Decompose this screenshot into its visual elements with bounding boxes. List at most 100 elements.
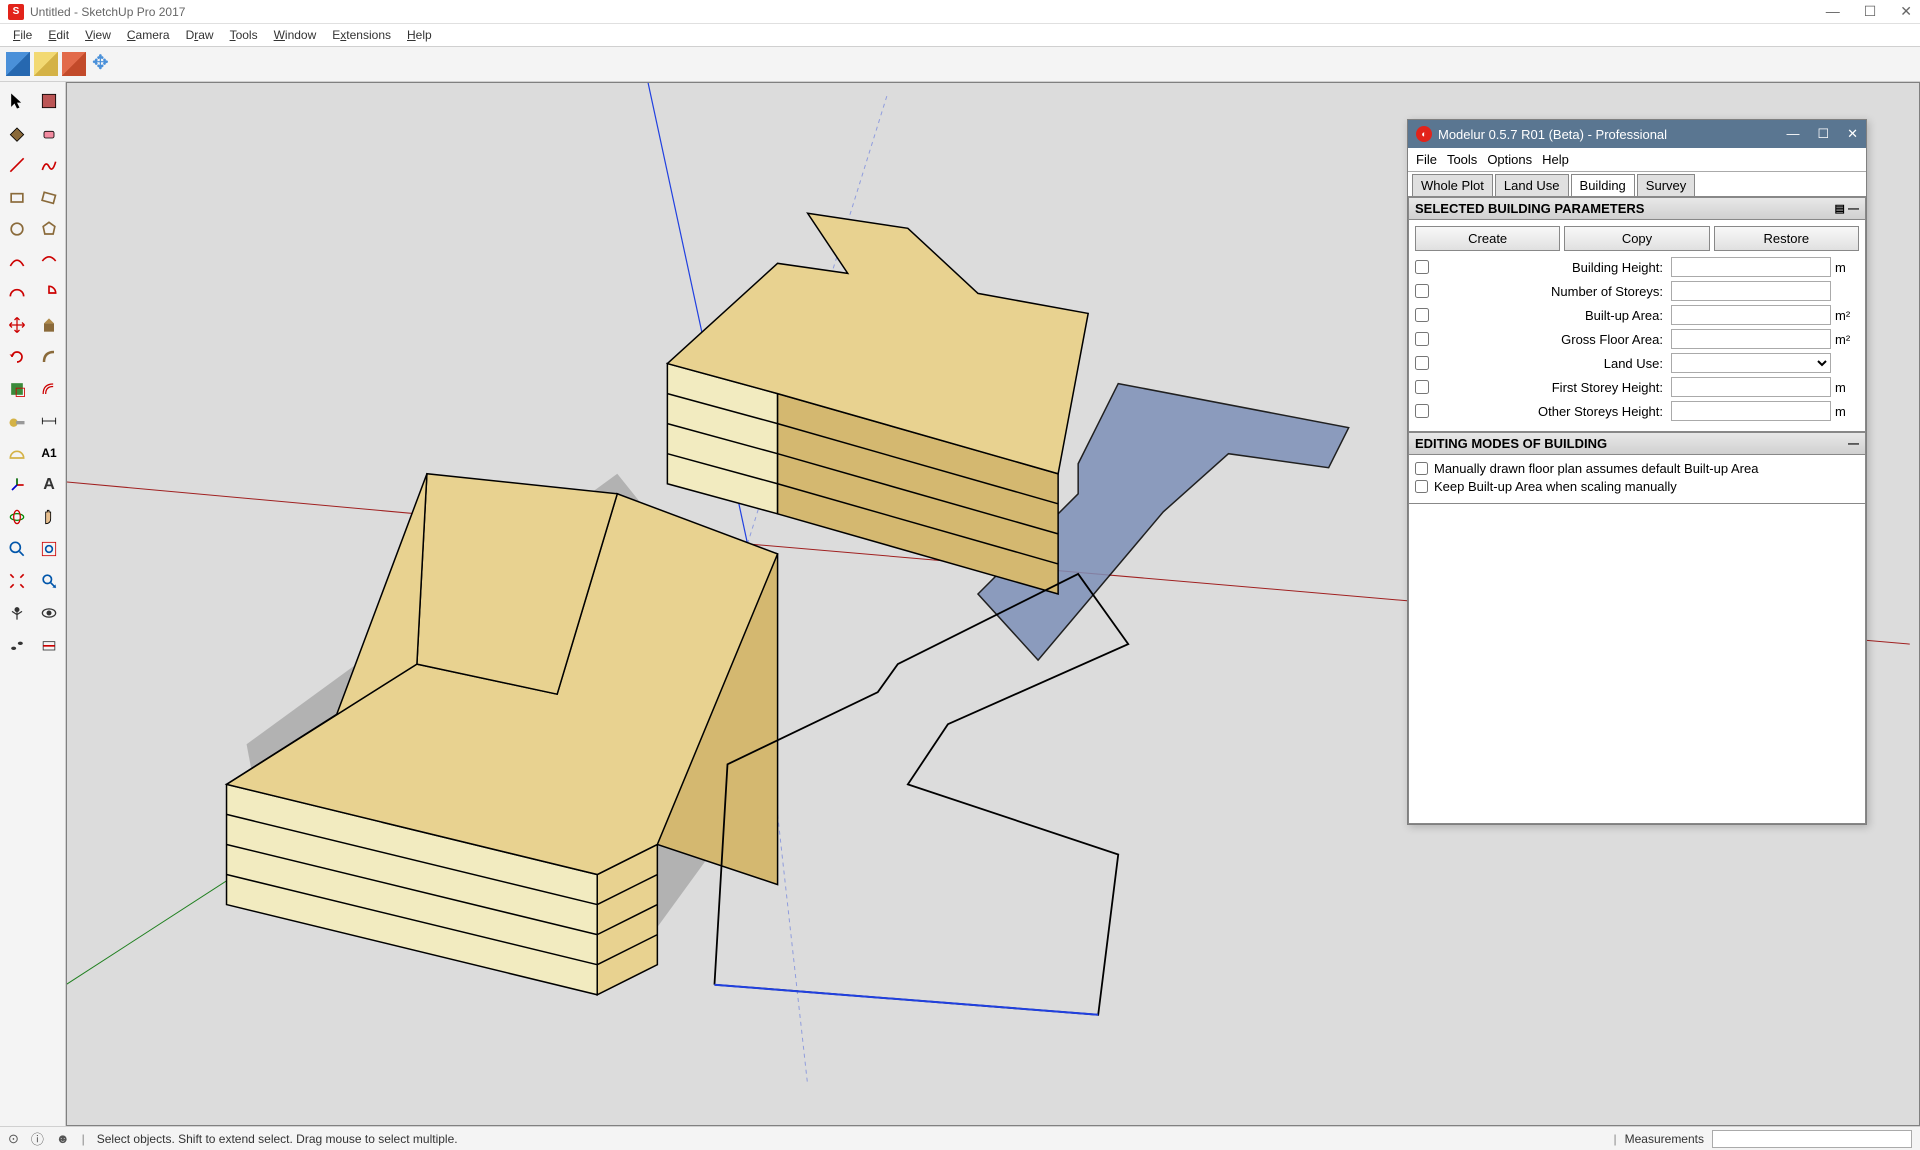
user-icon[interactable]: ☻: [56, 1131, 70, 1146]
maximize-button[interactable]: ☐: [1864, 3, 1877, 20]
land-use-label: Land Use:: [1433, 356, 1667, 371]
menu-help[interactable]: Help: [400, 26, 439, 44]
make-component-tool[interactable]: [34, 86, 64, 116]
viewport-3d[interactable]: ◐ Modelur 0.5.7 R01 (Beta) - Professiona…: [66, 82, 1920, 1126]
modelur-close[interactable]: ✕: [1847, 126, 1858, 142]
modelur-minimize[interactable]: —: [1786, 126, 1799, 142]
menu-tools[interactable]: Tools: [223, 26, 265, 44]
editing-modes-header[interactable]: EDITING MODES OF BUILDING —: [1408, 432, 1866, 455]
collapse-icon-2[interactable]: —: [1848, 438, 1859, 450]
toolbox-left: A1 A: [0, 82, 66, 1126]
building-height-check[interactable]: [1415, 260, 1429, 274]
geolocate-icon[interactable]: ⊙: [8, 1131, 19, 1147]
menu-view[interactable]: View: [78, 26, 118, 44]
2pt-arc-tool[interactable]: [34, 246, 64, 276]
zoom-tool[interactable]: [2, 534, 32, 564]
tab-survey[interactable]: Survey: [1637, 174, 1695, 196]
window-title: Untitled - SketchUp Pro 2017: [30, 5, 185, 19]
arc-tool[interactable]: [2, 246, 32, 276]
look-around-tool[interactable]: [34, 598, 64, 628]
zoom-extents-tool[interactable]: [2, 566, 32, 596]
eraser-tool[interactable]: [34, 118, 64, 148]
offset-tool[interactable]: [34, 374, 64, 404]
position-camera-tool[interactable]: [2, 598, 32, 628]
freehand-tool[interactable]: [34, 150, 64, 180]
axes-tool[interactable]: [2, 470, 32, 500]
modelur-menu-options[interactable]: Options: [1487, 152, 1532, 167]
modelur-menu-help[interactable]: Help: [1542, 152, 1569, 167]
scale-tool[interactable]: [2, 374, 32, 404]
close-button[interactable]: ✕: [1900, 3, 1912, 20]
other-storeys-check[interactable]: [1415, 404, 1429, 418]
section-plane-tool[interactable]: [34, 630, 64, 660]
modelur-maximize[interactable]: ☐: [1817, 126, 1829, 142]
restore-button[interactable]: Restore: [1714, 226, 1859, 251]
menu-extensions[interactable]: Extensions: [325, 26, 398, 44]
modelur-menu-tools[interactable]: Tools: [1447, 152, 1477, 167]
first-storey-check[interactable]: [1415, 380, 1429, 394]
credits-icon[interactable]: ⓘ: [31, 1129, 44, 1148]
paint-bucket-tool[interactable]: [2, 118, 32, 148]
measurements-input[interactable]: [1712, 1130, 1912, 1148]
create-button[interactable]: Create: [1415, 226, 1560, 251]
rotated-rectangle-tool[interactable]: [34, 182, 64, 212]
tab-whole-plot[interactable]: Whole Plot: [1412, 174, 1493, 196]
num-storeys-check[interactable]: [1415, 284, 1429, 298]
modelur-titlebar[interactable]: ◐ Modelur 0.5.7 R01 (Beta) - Professiona…: [1408, 120, 1866, 148]
3pt-arc-tool[interactable]: [2, 278, 32, 308]
tab-land-use[interactable]: Land Use: [1495, 174, 1569, 196]
dimension-tool[interactable]: [34, 406, 64, 436]
circle-tool[interactable]: [2, 214, 32, 244]
modelur-panel: ◐ Modelur 0.5.7 R01 (Beta) - Professiona…: [1407, 119, 1867, 825]
previous-view-tool[interactable]: [34, 566, 64, 596]
gross-floor-input[interactable]: [1671, 329, 1831, 349]
orbit-tool[interactable]: [2, 502, 32, 532]
land-use-check[interactable]: [1415, 356, 1429, 370]
menu-window[interactable]: Window: [267, 26, 324, 44]
gross-floor-check[interactable]: [1415, 332, 1429, 346]
modelur-title: Modelur 0.5.7 R01 (Beta) - Professional: [1438, 127, 1667, 142]
styles-cube-icon[interactable]: [62, 52, 86, 76]
menu-camera[interactable]: Camera: [120, 26, 177, 44]
builtup-check[interactable]: [1415, 308, 1429, 322]
num-storeys-input[interactable]: [1671, 281, 1831, 301]
collapse-icon[interactable]: ▤ —: [1835, 202, 1859, 215]
menu-file[interactable]: File: [6, 26, 39, 44]
menu-edit[interactable]: Edit: [41, 26, 76, 44]
other-storeys-input[interactable]: [1671, 401, 1831, 421]
rectangle-tool[interactable]: [2, 182, 32, 212]
move-arrows-icon[interactable]: [90, 52, 114, 76]
keep-builtup-check[interactable]: [1415, 480, 1428, 493]
minimize-button[interactable]: —: [1826, 3, 1840, 20]
push-pull-tool[interactable]: [34, 310, 64, 340]
follow-me-tool[interactable]: [34, 342, 64, 372]
move-tool[interactable]: [2, 310, 32, 340]
pan-tool[interactable]: [34, 502, 64, 532]
text-tool[interactable]: A1: [34, 438, 64, 468]
polygon-tool[interactable]: [34, 214, 64, 244]
tape-tool[interactable]: [2, 406, 32, 436]
3dtext-tool[interactable]: A: [34, 470, 64, 500]
zoom-window-tool[interactable]: [34, 534, 64, 564]
copy-button[interactable]: Copy: [1564, 226, 1709, 251]
walk-tool[interactable]: [2, 630, 32, 660]
building-height-input[interactable]: [1671, 257, 1831, 277]
layers-cube-icon[interactable]: [34, 52, 58, 76]
land-use-select[interactable]: [1671, 353, 1831, 373]
manual-floorplan-label: Manually drawn floor plan assumes defaul…: [1434, 461, 1758, 476]
select-tool[interactable]: [2, 86, 32, 116]
line-tool[interactable]: [2, 150, 32, 180]
manual-floorplan-check[interactable]: [1415, 462, 1428, 475]
protractor-tool[interactable]: [2, 438, 32, 468]
model-cube-icon[interactable]: [6, 52, 30, 76]
num-storeys-label: Number of Storeys:: [1433, 284, 1667, 299]
rotate-tool[interactable]: [2, 342, 32, 372]
modelur-menu-file[interactable]: File: [1416, 152, 1437, 167]
selected-building-header[interactable]: SELECTED BUILDING PARAMETERS ▤ —: [1408, 197, 1866, 220]
menu-draw[interactable]: Draw: [179, 26, 221, 44]
builtup-input[interactable]: [1671, 305, 1831, 325]
tab-building[interactable]: Building: [1571, 174, 1635, 196]
pie-tool[interactable]: [34, 278, 64, 308]
first-storey-unit: m: [1835, 380, 1859, 395]
first-storey-input[interactable]: [1671, 377, 1831, 397]
